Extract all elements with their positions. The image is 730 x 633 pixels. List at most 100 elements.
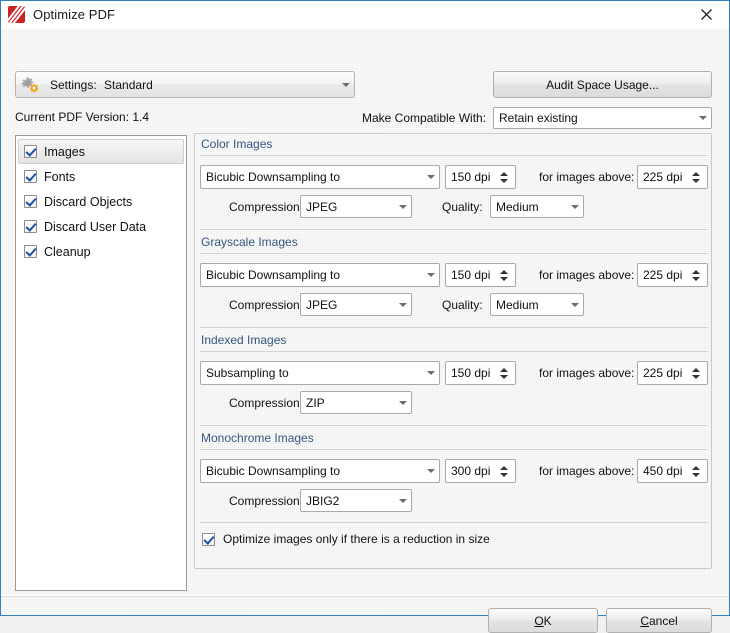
monochrome-above-dpi-value: 450 dpi [638, 464, 688, 478]
grayscale-above-label: for images above: [539, 268, 634, 282]
color-above-dpi-stepper[interactable]: 225 dpi [637, 165, 708, 189]
cancel-button[interactable]: Cancel [606, 608, 712, 633]
sidebar-item-fonts[interactable]: Fonts [18, 164, 184, 189]
grayscale-above-dpi-stepper[interactable]: 225 dpi [637, 263, 708, 287]
chevron-down-icon [394, 205, 411, 209]
grayscale-compression-dropdown[interactable]: JPEG [300, 293, 412, 316]
section-divider [200, 155, 708, 156]
color-quality-value: Medium [491, 200, 566, 214]
optimize-reduction-only-row[interactable]: Optimize images only if there is a reduc… [202, 532, 490, 546]
section-divider [200, 229, 708, 230]
sidebar-item-label: Fonts [44, 170, 75, 184]
close-icon [700, 8, 713, 21]
stepper-arrows-icon[interactable] [688, 172, 707, 183]
section-divider [200, 522, 708, 523]
grayscale-dpi-value: 150 dpi [446, 268, 496, 282]
section-title-grayscale-images: Grayscale Images [201, 235, 298, 249]
gear-icon-small [29, 83, 39, 93]
stepper-arrows-icon[interactable] [496, 172, 515, 183]
make-compatible-label: Make Compatible With: [362, 111, 486, 125]
dialog-body: Settings: Standard Audit Space Usage... … [1, 29, 729, 615]
monochrome-downsample-method-value: Bicubic Downsampling to [201, 464, 422, 478]
color-quality-dropdown[interactable]: Medium [490, 195, 584, 218]
audit-space-usage-button[interactable]: Audit Space Usage... [493, 71, 712, 98]
monochrome-compression-dropdown[interactable]: JBIG2 [300, 489, 412, 512]
chevron-down-icon [422, 175, 439, 179]
indexed-compression-label: Compression: [229, 396, 303, 410]
grayscale-compression-label: Compression: [229, 298, 303, 312]
section-title-color-images: Color Images [201, 137, 272, 151]
sidebar-item-label: Discard User Data [44, 220, 146, 234]
indexed-downsample-method-value: Subsampling to [201, 366, 422, 380]
monochrome-dpi-stepper[interactable]: 300 dpi [445, 459, 516, 483]
window-title: Optimize PDF [33, 7, 115, 22]
footer-divider [1, 595, 729, 597]
sidebar-item-cleanup[interactable]: Cleanup [18, 239, 184, 264]
category-list[interactable]: Images Fonts Discard Objects Discard Use… [15, 135, 187, 591]
make-compatible-dropdown[interactable]: Retain existing [493, 107, 712, 129]
close-button[interactable] [684, 1, 729, 28]
stepper-arrows-icon[interactable] [496, 466, 515, 477]
section-divider [200, 425, 708, 426]
indexed-downsample-method-dropdown[interactable]: Subsampling to [200, 361, 440, 385]
color-downsample-method-dropdown[interactable]: Bicubic Downsampling to [200, 165, 440, 189]
make-compatible-value: Retain existing [494, 111, 694, 125]
optimize-pdf-dialog: Optimize PDF Settings: [0, 0, 730, 616]
indexed-dpi-value: 150 dpi [446, 366, 496, 380]
current-pdf-version-label: Current PDF Version: 1.4 [15, 110, 149, 124]
chevron-down-icon [694, 116, 711, 120]
settings-preset-dropdown[interactable]: Settings: Standard [15, 71, 355, 98]
monochrome-above-label: for images above: [539, 464, 634, 478]
chevron-down-icon [394, 401, 411, 405]
sidebar-item-images[interactable]: Images [18, 139, 184, 164]
chevron-down-icon [422, 273, 439, 277]
color-compression-value: JPEG [301, 200, 394, 214]
color-above-dpi-value: 225 dpi [638, 170, 688, 184]
stepper-arrows-icon[interactable] [688, 270, 707, 281]
monochrome-compression-value: JBIG2 [301, 494, 394, 508]
stepper-arrows-icon[interactable] [688, 466, 707, 477]
section-divider [200, 327, 708, 328]
stepper-arrows-icon[interactable] [496, 270, 515, 281]
indexed-compression-dropdown[interactable]: ZIP [300, 391, 412, 414]
monochrome-above-dpi-stepper[interactable]: 450 dpi [637, 459, 708, 483]
optimize-reduction-only-label: Optimize images only if there is a reduc… [223, 532, 490, 546]
checkbox-images[interactable] [24, 145, 37, 158]
chevron-down-icon [422, 371, 439, 375]
gears-icon [21, 76, 41, 94]
checkbox-optimize-reduction-only[interactable] [202, 533, 215, 546]
grayscale-dpi-stepper[interactable]: 150 dpi [445, 263, 516, 287]
ok-button[interactable]: OK [488, 608, 598, 633]
color-compression-dropdown[interactable]: JPEG [300, 195, 412, 218]
color-above-label: for images above: [539, 170, 634, 184]
checkbox-fonts[interactable] [24, 170, 37, 183]
stepper-arrows-icon[interactable] [688, 368, 707, 379]
chevron-down-icon [422, 469, 439, 473]
sidebar-item-label: Images [44, 145, 85, 159]
checkbox-discard-user-data[interactable] [24, 220, 37, 233]
grayscale-above-dpi-value: 225 dpi [638, 268, 688, 282]
grayscale-quality-dropdown[interactable]: Medium [490, 293, 584, 316]
color-dpi-value: 150 dpi [446, 170, 496, 184]
color-quality-label: Quality: [442, 200, 483, 214]
checkbox-cleanup[interactable] [24, 245, 37, 258]
indexed-above-label: for images above: [539, 366, 634, 380]
settings-label: Settings: [50, 78, 97, 92]
checkbox-discard-objects[interactable] [24, 195, 37, 208]
pdf-xchange-icon [8, 6, 25, 23]
monochrome-downsample-method-dropdown[interactable]: Bicubic Downsampling to [200, 459, 440, 483]
sidebar-item-discard-user-data[interactable]: Discard User Data [18, 214, 184, 239]
section-divider [200, 253, 708, 254]
sidebar-item-discard-objects[interactable]: Discard Objects [18, 189, 184, 214]
color-dpi-stepper[interactable]: 150 dpi [445, 165, 516, 189]
settings-value: Standard [104, 78, 153, 92]
section-title-monochrome-images: Monochrome Images [201, 431, 314, 445]
indexed-above-dpi-stepper[interactable]: 225 dpi [637, 361, 708, 385]
grayscale-downsample-method-dropdown[interactable]: Bicubic Downsampling to [200, 263, 440, 287]
grayscale-quality-value: Medium [491, 298, 566, 312]
color-compression-label: Compression: [229, 200, 303, 214]
stepper-arrows-icon[interactable] [496, 368, 515, 379]
chevron-down-icon [566, 303, 583, 307]
chevron-down-icon [394, 303, 411, 307]
indexed-dpi-stepper[interactable]: 150 dpi [445, 361, 516, 385]
